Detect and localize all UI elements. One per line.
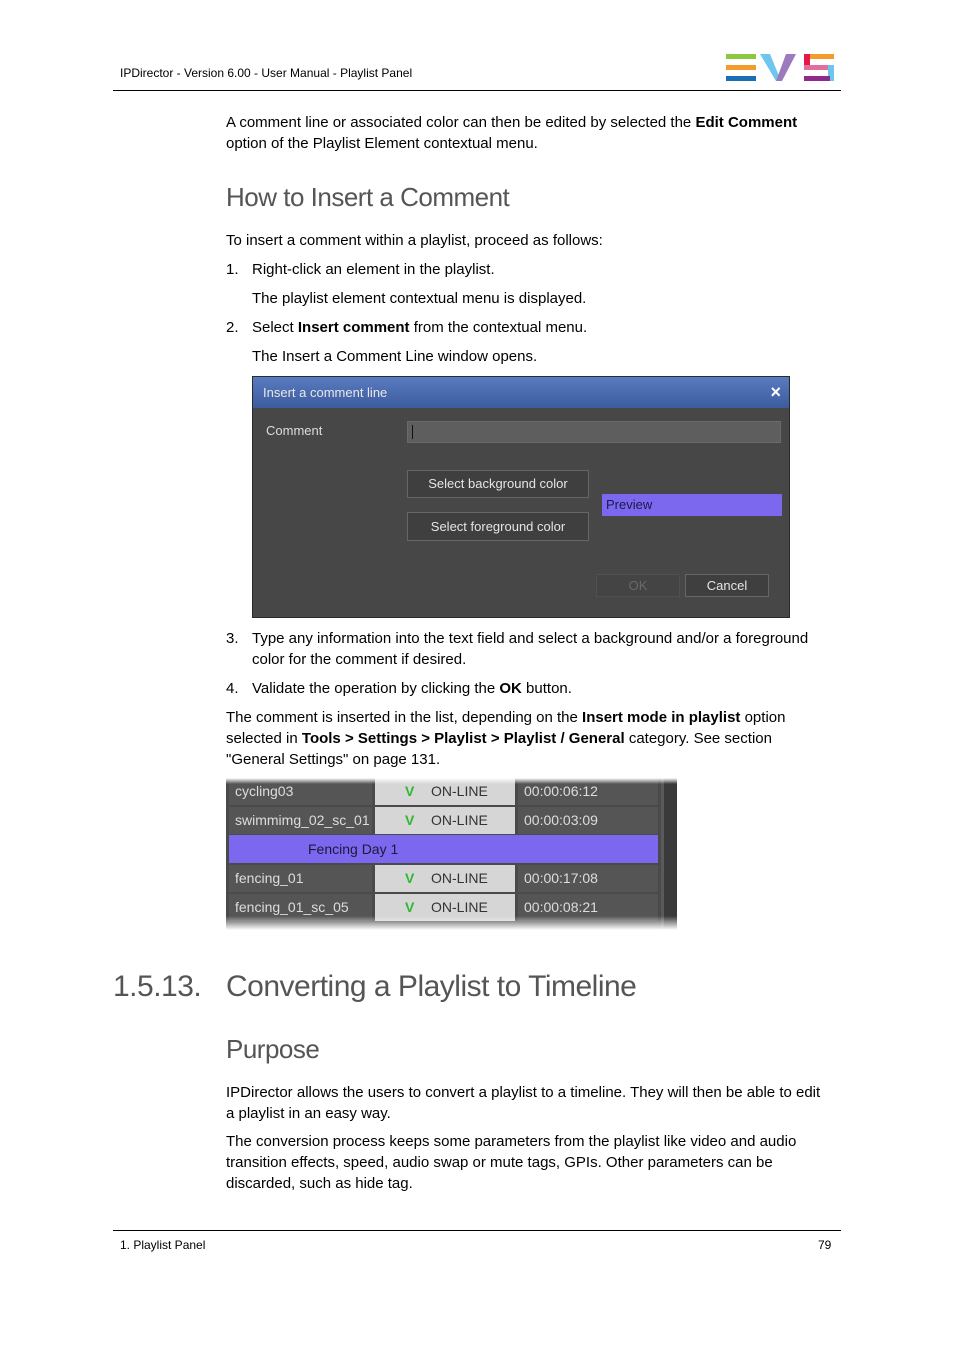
playlist-scrollbar[interactable] [661,778,677,930]
footer-rule [113,1230,841,1231]
evs-logo [726,54,834,81]
step-result: The playlist element contextual menu is … [252,290,587,307]
step-text: Select Insert comment from the contextua… [252,319,588,336]
step-result: The Insert a Comment Line window opens. [252,348,538,365]
step-text: Right-click an element in the playlist. [252,261,495,278]
header-rule [113,90,841,91]
clip-status: V ON-LINE [375,807,515,834]
running-header: IPDirector - Version 6.00 - User Manual … [120,66,413,80]
step-number: 3. [226,630,239,647]
clip-duration: 00:00:17:08 [518,865,658,892]
text-caret [412,425,413,439]
ok-button[interactable]: OK [596,574,680,597]
cancel-button[interactable]: Cancel [685,574,769,597]
select-background-color-button[interactable]: Select background color [407,470,589,498]
section-heading-converting: Converting a Playlist to Timeline [226,970,637,1003]
playlist-row[interactable]: swimmimg_02_sc_01 V ON-LINE 00:00:03:09 [229,807,658,834]
subheading-purpose: Purpose [226,1034,320,1064]
step-number: 1. [226,261,239,278]
step-number: 4. [226,680,239,697]
close-icon[interactable]: × [770,377,781,408]
section-number: 1.5.13. [113,970,202,1003]
lead-paragraph: To insert a comment within a playlist, p… [226,232,603,249]
conversion-paragraph: The conversion process keeps some parame… [226,1133,797,1192]
purpose-paragraph: IPDirector allows the users to convert a… [226,1084,821,1122]
color-preview: Preview [602,494,782,516]
check-icon: V [405,812,415,828]
comment-label: Comment [266,423,323,438]
playlist-screenshot: cycling03 V ON-LINE 00:00:06:12 swimmimg_… [226,778,677,930]
fade-overlay [226,778,677,784]
step-number: 2. [226,319,239,336]
intro-paragraph: A comment line or associated color can t… [226,114,798,152]
check-icon: V [405,870,415,886]
clip-status: V ON-LINE [375,865,515,892]
clip-name: swimmimg_02_sc_01 [229,807,372,834]
dialog-title: Insert a comment line [263,385,388,400]
comment-input[interactable] [407,421,781,443]
section-heading-insert-comment: How to Insert a Comment [226,182,510,212]
step-text: Validate the operation by clicking the O… [252,680,572,697]
clip-name: fencing_01 [229,865,372,892]
step-text: Type any information into the text field… [252,630,809,668]
select-foreground-color-button[interactable]: Select foreground color [407,512,589,541]
page-number: 79 [818,1238,832,1252]
note-paragraph: The comment is inserted in the list, dep… [226,707,842,770]
cross-reference-link[interactable]: "General Settings" on page 131. [226,749,842,770]
playlist-comment-row[interactable]: Fencing Day 1 [229,835,658,863]
dialog-titlebar: Insert a comment line × [253,377,789,408]
insert-comment-dialog: Insert a comment line × Comment Select b… [252,376,790,618]
fade-overlay [226,916,677,930]
playlist-row[interactable]: fencing_01 V ON-LINE 00:00:17:08 [229,865,658,892]
footer-chapter: 1. Playlist Panel [120,1238,206,1252]
clip-duration: 00:00:03:09 [518,807,658,834]
